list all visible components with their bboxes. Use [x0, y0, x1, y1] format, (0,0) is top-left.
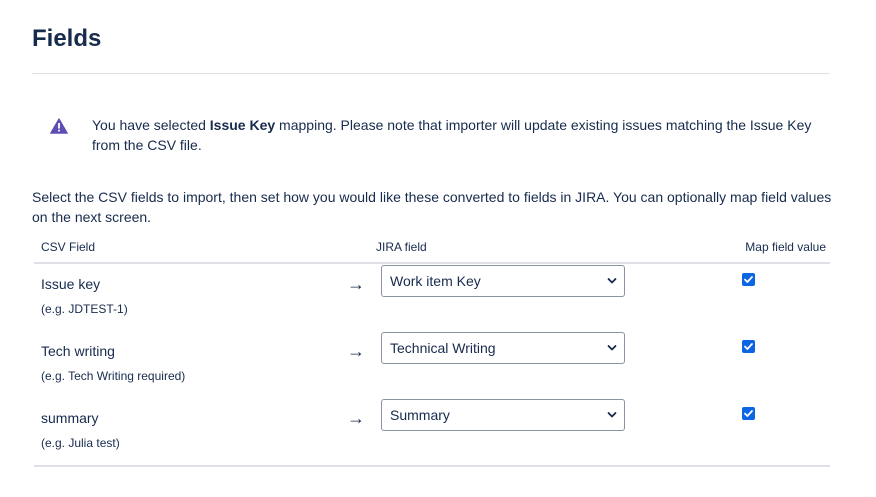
map-field-value-checkbox[interactable] [742, 340, 755, 353]
fields-page: Fields You have selected Issue Key mappi… [0, 0, 876, 497]
arrow-right-icon: → [347, 408, 365, 428]
chevron-down-icon [607, 345, 617, 351]
table-bottom-divider [34, 465, 830, 467]
header-map-field-value: Map field value [745, 240, 826, 254]
csv-field-name: Issue key [41, 276, 101, 292]
csv-field-example: (e.g. JDTEST-1) [41, 302, 128, 316]
mapping-table-header: CSV Field JIRA field Map field value [34, 240, 830, 262]
jira-field-select-value: Work item Key [390, 273, 481, 289]
chevron-down-icon [607, 278, 617, 284]
jira-field-select[interactable]: Summary [381, 399, 625, 431]
jira-field-select[interactable]: Work item Key [381, 265, 625, 297]
chevron-down-icon [607, 412, 617, 418]
map-field-value-checkbox[interactable] [742, 407, 755, 420]
table-row: summary (e.g. Julia test) → Summary [34, 399, 830, 468]
checkmark-icon [744, 343, 753, 350]
title-divider [32, 73, 830, 74]
csv-field-name: summary [41, 410, 99, 426]
warning-text-bold: Issue Key [209, 117, 276, 133]
jira-field-select[interactable]: Technical Writing [381, 332, 625, 364]
warning-triangle-icon [50, 118, 68, 134]
table-row: Issue key (e.g. JDTEST-1) → Work item Ke… [34, 265, 830, 334]
arrow-right-icon: → [347, 274, 365, 294]
csv-field-example: (e.g. Tech Writing required) [41, 369, 186, 383]
csv-field-example: (e.g. Julia test) [41, 436, 120, 450]
checkmark-icon [744, 410, 753, 417]
csv-field-name: Tech writing [41, 343, 115, 359]
map-field-value-checkbox[interactable] [742, 273, 755, 286]
warning-text-before: You have selected [92, 117, 210, 133]
checkmark-icon [744, 276, 753, 283]
header-jira-field: JIRA field [376, 240, 427, 254]
intro-text: Select the CSV fields to import, then se… [32, 189, 832, 225]
jira-field-select-value: Summary [390, 407, 450, 423]
jira-field-select-value: Technical Writing [390, 340, 496, 356]
warning-message: You have selected Issue Key mapping. Ple… [92, 115, 822, 155]
header-csv-field: CSV Field [41, 240, 96, 254]
header-divider [34, 262, 830, 264]
page-title: Fields [32, 25, 102, 52]
table-row: Tech writing (e.g. Tech Writing required… [34, 332, 830, 401]
arrow-right-icon: → [347, 341, 365, 361]
